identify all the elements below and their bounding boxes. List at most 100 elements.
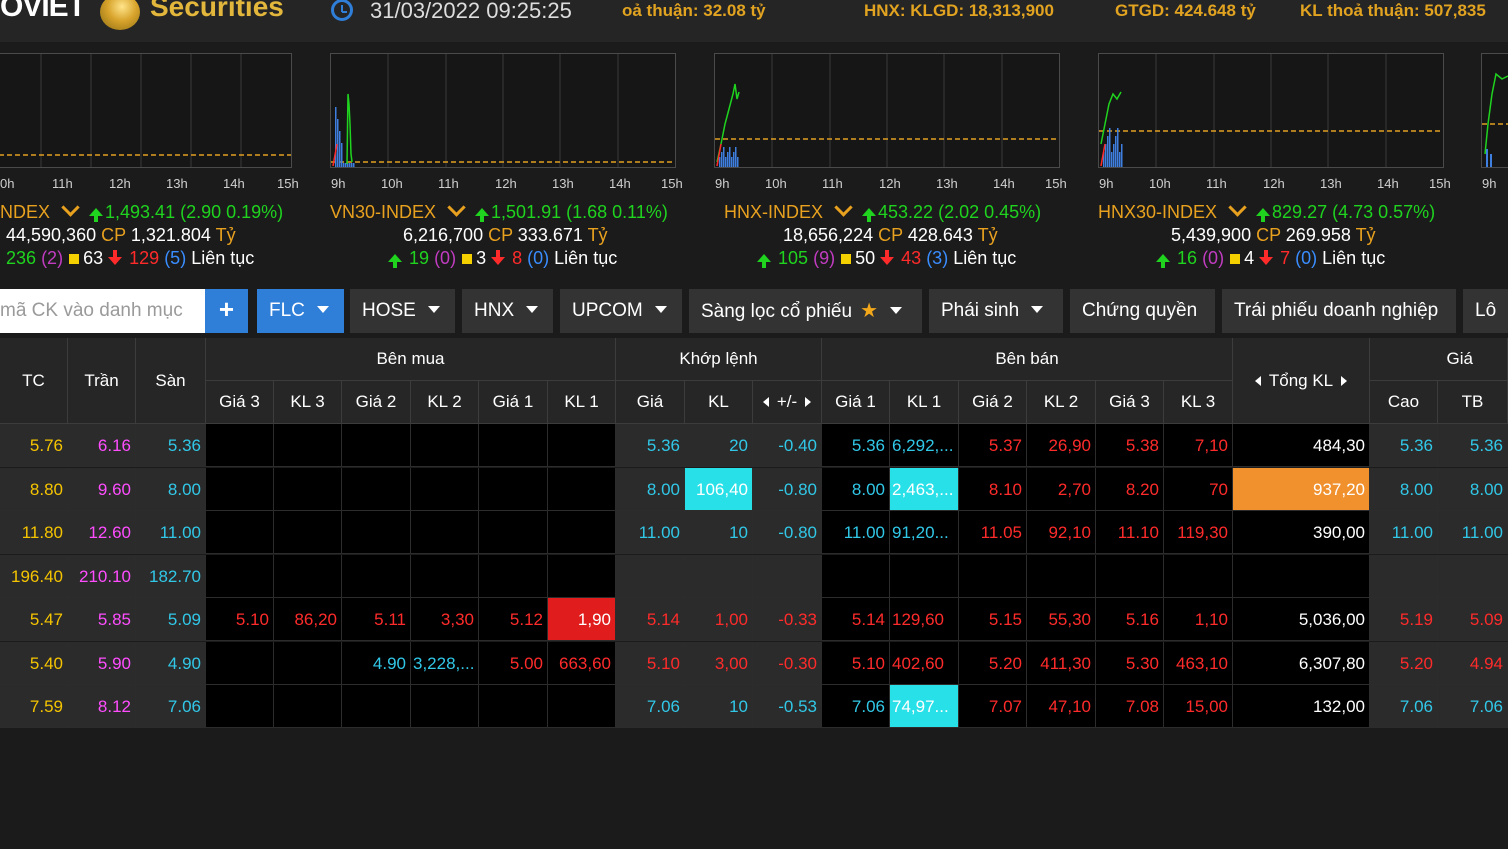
cell-tot[interactable]: 5,036,00 [1233, 598, 1370, 641]
cell-b1p[interactable] [479, 554, 548, 598]
cell-s2p[interactable]: 5.15 [959, 598, 1027, 641]
cell-s2v[interactable]: 47,10 [1027, 685, 1096, 728]
header-sell-col[interactable]: KL 1 [890, 381, 959, 424]
cell-mv[interactable]: 106,40 [685, 467, 753, 511]
cell-b2v[interactable] [411, 467, 479, 511]
cell-mp[interactable]: 8.00 [616, 467, 685, 511]
cell-b2v[interactable]: 3,228,... [411, 641, 479, 685]
cell-b3v[interactable] [274, 467, 342, 511]
cell-s2p[interactable]: 5.20 [959, 641, 1027, 685]
cell-san[interactable]: 5.09 [136, 598, 206, 641]
cell-s1v[interactable]: 74,97... [890, 685, 959, 728]
cell-tran[interactable]: 12.60 [68, 511, 136, 554]
cell-b1v[interactable] [548, 685, 616, 728]
cell-san[interactable]: 11.00 [136, 511, 206, 554]
header-buy-col[interactable]: KL 3 [274, 381, 342, 424]
header-buy-col[interactable]: KL 2 [411, 381, 479, 424]
cell-b2p[interactable] [342, 467, 411, 511]
cell-b1v[interactable]: 663,60 [548, 641, 616, 685]
cell-avg[interactable]: 5.09 [1438, 598, 1508, 641]
cell-b3v[interactable] [274, 685, 342, 728]
cell-mv[interactable]: 20 [685, 424, 753, 467]
cell-s2p[interactable] [959, 554, 1027, 598]
header-sell-col[interactable]: KL 3 [1164, 381, 1233, 424]
cell-b3p[interactable]: 5.10 [206, 598, 274, 641]
cell-s3p[interactable]: 7.08 [1096, 685, 1164, 728]
index-block[interactable]: 9h [0, 42, 1508, 272]
cell-mv[interactable]: 1,00 [685, 598, 753, 641]
cell-s2v[interactable]: 92,10 [1027, 511, 1096, 554]
cell-san[interactable]: 4.90 [136, 641, 206, 685]
cell-b3v[interactable] [274, 511, 342, 554]
intraday-chart[interactable] [1481, 53, 1508, 168]
header-sell-col[interactable]: Giá 3 [1096, 381, 1164, 424]
cell-tran[interactable]: 9.60 [68, 467, 136, 511]
cell-s1p[interactable] [822, 554, 890, 598]
cell-mc[interactable]: -0.80 [753, 511, 822, 554]
cell-san[interactable]: 5.36 [136, 424, 206, 467]
cell-hi[interactable]: 5.19 [1370, 598, 1438, 641]
cell-b3p[interactable] [206, 511, 274, 554]
cell-b2v[interactable] [411, 424, 479, 467]
cell-b3p[interactable] [206, 424, 274, 467]
cell-s3v[interactable] [1164, 554, 1233, 598]
cell-s2v[interactable]: 2,70 [1027, 467, 1096, 511]
header-total-volume[interactable]: Tổng KL [1233, 338, 1370, 424]
cell-b1p[interactable]: 5.12 [479, 598, 548, 641]
cell-s1p[interactable]: 11.00 [822, 511, 890, 554]
arrow-right-icon[interactable] [1341, 375, 1348, 386]
filter-hnx[interactable]: HNX [462, 289, 553, 333]
cell-b2p[interactable] [342, 685, 411, 728]
cell-b1v[interactable] [548, 511, 616, 554]
cell-mc[interactable]: -0.80 [753, 467, 822, 511]
cell-b1p[interactable] [479, 424, 548, 467]
cell-hi[interactable]: 8.00 [1370, 467, 1438, 511]
cell-san[interactable]: 7.06 [136, 685, 206, 728]
cell-tran[interactable]: 5.85 [68, 598, 136, 641]
cell-s1v[interactable]: 402,60 [890, 641, 959, 685]
cell-s2p[interactable]: 8.10 [959, 467, 1027, 511]
cell-avg[interactable]: 7.06 [1438, 685, 1508, 728]
cell-s3p[interactable]: 11.10 [1096, 511, 1164, 554]
cell-b2p[interactable] [342, 511, 411, 554]
cell-b3p[interactable] [206, 685, 274, 728]
cell-s2p[interactable]: 7.07 [959, 685, 1027, 728]
cell-tc[interactable]: 5.47 [0, 598, 68, 641]
filter-corporate-bonds[interactable]: Trái phiếu doanh nghiệp [1222, 289, 1456, 333]
cell-s1v[interactable]: 91,20... [890, 511, 959, 554]
cell-mc[interactable]: -0.40 [753, 424, 822, 467]
cell-b3p[interactable] [206, 641, 274, 685]
cell-s1p[interactable]: 5.10 [822, 641, 890, 685]
cell-s2v[interactable] [1027, 554, 1096, 598]
cell-s1p[interactable]: 5.14 [822, 598, 890, 641]
add-symbol-input[interactable] [0, 289, 205, 333]
cell-s3p[interactable]: 5.16 [1096, 598, 1164, 641]
cell-b2v[interactable]: 3,30 [411, 598, 479, 641]
filter-derivatives[interactable]: Phái sinh [929, 289, 1063, 333]
cell-mp[interactable]: 11.00 [616, 511, 685, 554]
cell-tran[interactable]: 8.12 [68, 685, 136, 728]
cell-s3v[interactable]: 463,10 [1164, 641, 1233, 685]
cell-s2p[interactable]: 5.37 [959, 424, 1027, 467]
cell-s1p[interactable]: 7.06 [822, 685, 890, 728]
cell-b3v[interactable] [274, 554, 342, 598]
cell-tot[interactable]: 132,00 [1233, 685, 1370, 728]
header-buy-col[interactable]: KL 1 [548, 381, 616, 424]
cell-s3v[interactable]: 15,00 [1164, 685, 1233, 728]
cell-mc[interactable] [753, 554, 822, 598]
header-sell-col[interactable]: KL 2 [1027, 381, 1096, 424]
cell-tot[interactable]: 390,00 [1233, 511, 1370, 554]
header-match-col[interactable]: KL [685, 381, 753, 424]
cell-mv[interactable] [685, 554, 753, 598]
cell-mp[interactable] [616, 554, 685, 598]
cell-b2p[interactable]: 4.90 [342, 641, 411, 685]
filter-hose[interactable]: HOSE [350, 289, 455, 333]
header-price-col[interactable]: Cao [1370, 381, 1438, 424]
cell-hi[interactable] [1370, 554, 1438, 598]
cell-avg[interactable]: 11.00 [1438, 511, 1508, 554]
cell-san[interactable]: 182.70 [136, 554, 206, 598]
cell-s3p[interactable]: 8.20 [1096, 467, 1164, 511]
cell-hi[interactable]: 5.20 [1370, 641, 1438, 685]
arrow-right-icon[interactable] [805, 397, 812, 407]
cell-b3p[interactable] [206, 467, 274, 511]
